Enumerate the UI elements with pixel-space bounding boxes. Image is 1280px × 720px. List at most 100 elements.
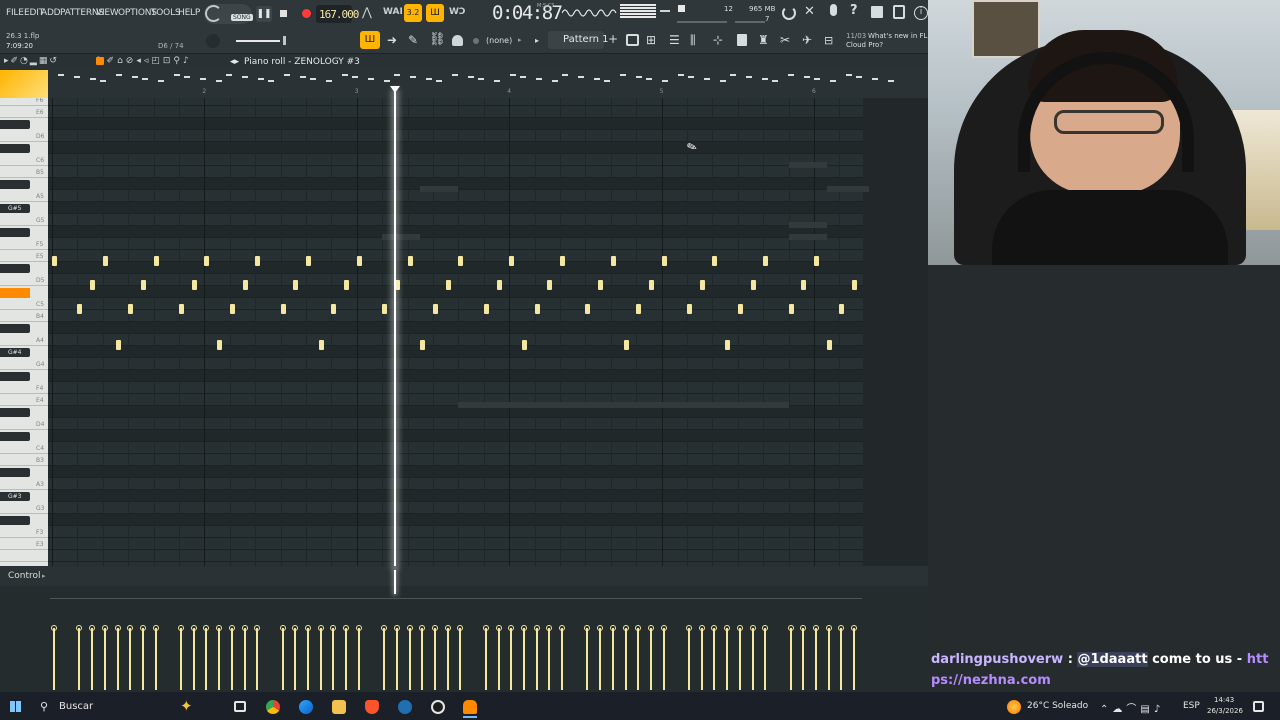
tasks-icon[interactable]: ⊟ (824, 34, 833, 47)
velocity-handle[interactable] (190, 625, 197, 631)
velocity-stem[interactable] (192, 628, 195, 690)
midi-note[interactable] (204, 256, 210, 266)
velocity-stem[interactable] (840, 628, 843, 690)
browser-icon[interactable]: ⊹ (713, 33, 723, 47)
piano-black-key[interactable] (0, 468, 30, 477)
velocity-stem[interactable] (421, 628, 424, 690)
velocity-stem[interactable] (738, 628, 741, 690)
midi-note[interactable] (140, 280, 146, 290)
channel-rack-icon[interactable]: ⊞ (646, 33, 656, 47)
metronome-icon[interactable]: ⋀ (362, 5, 378, 21)
velocity-stem[interactable] (91, 628, 94, 690)
midi-note[interactable] (179, 304, 184, 314)
loop-record-icon[interactable]: WƆ (449, 7, 467, 21)
midi-note[interactable] (763, 256, 769, 266)
velocity-stem[interactable] (230, 628, 233, 690)
add-pattern-icon[interactable]: + (608, 32, 618, 46)
midi-note[interactable] (712, 256, 718, 266)
velocity-stem[interactable] (434, 628, 436, 690)
velocity-stem[interactable] (218, 628, 221, 690)
velocity-stem[interactable] (497, 628, 500, 690)
touch-keyboard-icon[interactable]: ✂ (780, 33, 790, 47)
velocity-stem[interactable] (103, 628, 106, 690)
velocity-handle[interactable] (178, 625, 184, 631)
midi-note[interactable] (750, 280, 756, 290)
playhead-marker-icon[interactable] (389, 86, 400, 93)
panic-icon[interactable]: ✕ (804, 4, 815, 19)
midi-note[interactable] (814, 256, 819, 266)
midi-note[interactable] (648, 280, 654, 290)
velocity-stem[interactable] (78, 628, 81, 690)
midi-note[interactable] (331, 304, 337, 314)
title-arrow-icon[interactable]: ◂▸ (230, 57, 239, 67)
piano-black-key[interactable] (0, 516, 30, 525)
menu-help[interactable]: HELP (178, 8, 200, 18)
menu-add[interactable]: ADD (41, 8, 61, 18)
start-icon[interactable] (10, 701, 21, 712)
control-label[interactable]: Control (8, 571, 41, 581)
velocity-stem[interactable] (446, 628, 449, 690)
velocity-stem[interactable] (510, 628, 513, 690)
velocity-handle[interactable] (305, 625, 311, 631)
master-pitch-knob[interactable] (678, 5, 685, 12)
macros-icon[interactable]: ✈ (802, 33, 812, 47)
midi-note[interactable] (255, 256, 261, 266)
language-indicator[interactable]: ESP (1183, 701, 1200, 711)
velocity-handle[interactable] (495, 625, 502, 631)
piano-black-key[interactable] (0, 228, 30, 237)
help-icon[interactable]: ? (850, 3, 858, 18)
menu-view[interactable]: VIEW (96, 8, 119, 18)
menu-tools[interactable]: TOOLS (151, 8, 181, 18)
menu-file[interactable]: FILE (6, 8, 24, 18)
midi-note[interactable] (229, 304, 235, 314)
midi-note[interactable] (725, 340, 731, 350)
midi-note[interactable] (852, 280, 858, 290)
playlist-icon[interactable] (626, 34, 639, 46)
piano-roll-tool-icons[interactable]: ▸✐◔▂▦↺ (4, 56, 90, 68)
pianoroll-window-icon[interactable]: ☰ (669, 33, 680, 47)
midi-note[interactable] (458, 256, 464, 266)
velocity-stem[interactable] (256, 628, 259, 690)
playhead-line[interactable] (393, 92, 396, 566)
velocity-stem[interactable] (649, 628, 652, 690)
velocity-stem[interactable] (535, 628, 538, 690)
midi-note[interactable] (699, 280, 705, 290)
clock-time[interactable]: 14:43 (1214, 696, 1234, 704)
velocity-stem[interactable] (751, 628, 754, 690)
velocity-stem[interactable] (180, 628, 182, 690)
velocity-handle[interactable] (355, 625, 362, 631)
midi-note[interactable] (839, 304, 845, 314)
edit-tools-icons[interactable]: ✎✐⌂⊘◂◃◰⊡⚲♪ (96, 56, 222, 68)
midi-note[interactable] (509, 256, 515, 266)
piano-black-key[interactable] (0, 372, 30, 381)
velocity-handle[interactable] (279, 625, 286, 631)
velocity-stem[interactable] (853, 628, 856, 690)
midi-note[interactable] (344, 280, 350, 290)
velocity-handle[interactable] (686, 625, 692, 631)
velocity-stem[interactable] (129, 628, 132, 690)
velocity-handle[interactable] (152, 625, 159, 631)
midi-note[interactable] (483, 304, 489, 314)
velocity-stem[interactable] (827, 628, 830, 690)
velocity-handle[interactable] (533, 625, 540, 631)
piano-key-highlighted[interactable] (0, 288, 30, 298)
record-button[interactable] (302, 9, 311, 18)
link-icon[interactable]: ⛓ (429, 32, 446, 47)
midi-note[interactable] (115, 340, 121, 350)
velocity-handle[interactable] (609, 625, 616, 631)
chrome-icon[interactable] (266, 700, 280, 714)
velocity-stem[interactable] (637, 628, 640, 690)
brave-icon[interactable] (365, 700, 379, 714)
velocity-handle[interactable] (813, 625, 819, 631)
stamp-icon[interactable] (452, 35, 463, 46)
velocity-handle[interactable] (432, 625, 438, 631)
piano-black-key[interactable] (0, 324, 30, 333)
velocity-stem[interactable] (713, 628, 716, 690)
velocity-handle[interactable] (622, 625, 629, 631)
arrow-right-icon[interactable]: ➜ (387, 33, 397, 47)
midi-note[interactable] (661, 256, 667, 266)
velocity-stem[interactable] (116, 628, 119, 690)
midi-note[interactable] (153, 256, 159, 266)
velocity-handle[interactable] (101, 625, 108, 631)
midi-note[interactable] (623, 340, 629, 350)
